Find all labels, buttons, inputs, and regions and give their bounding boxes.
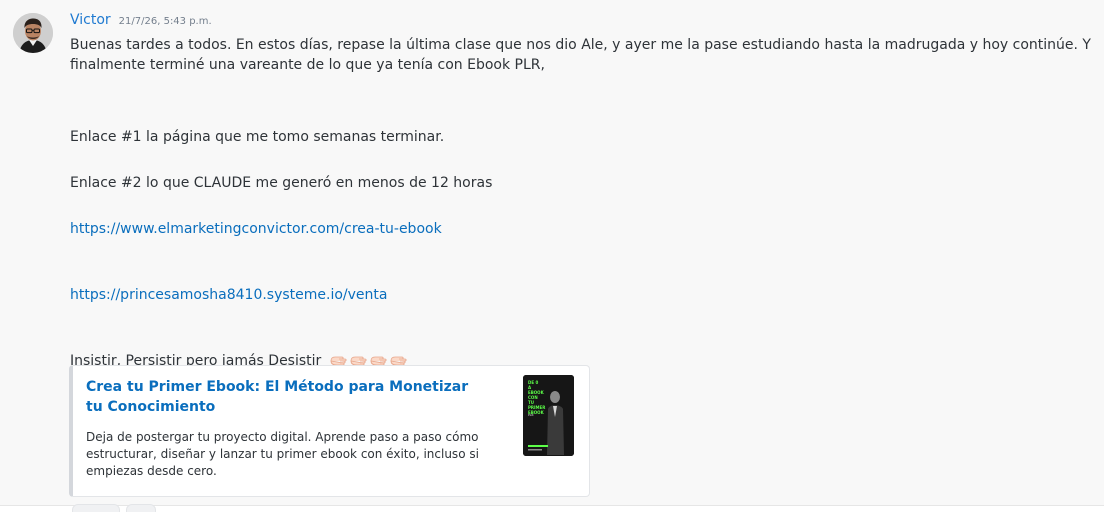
author-avatar[interactable] xyxy=(13,13,53,53)
embed-thumbnail[interactable]: DE 0 A EBOOK CON TU PRIMER EBOOK PLR xyxy=(523,375,574,456)
message-header: Victor 21/7/26, 5:43 p.m. xyxy=(70,12,212,32)
reaction-button[interactable] xyxy=(126,504,156,512)
embed-description: Deja de postergar tu proyecto digital. A… xyxy=(86,430,479,478)
thumbnail-line: DE 0 A xyxy=(528,380,539,390)
link2-description: Enlace #2 lo que CLAUDE me generó en men… xyxy=(70,175,493,191)
thumbnail-title: DE 0 A EBOOK CON TU PRIMER EBOOK xyxy=(528,380,545,415)
author-name[interactable]: Victor xyxy=(70,12,111,28)
thumbnail-line: CON TU xyxy=(528,395,538,405)
url-link-2[interactable]: https://princesamosha8410.systeme.io/ven… xyxy=(70,287,388,303)
message-timestamp[interactable]: 21/7/26, 5:43 p.m. xyxy=(119,16,212,27)
link1-description: Enlace #1 la página que me tomo semanas … xyxy=(70,129,445,145)
chat-message: Victor 21/7/26, 5:43 p.m. Buenas tardes … xyxy=(0,0,1104,512)
thumbnail-subtitle: PLR xyxy=(528,413,534,417)
reaction-button[interactable] xyxy=(72,504,120,512)
message-content: Buenas tardes a todos. En estos días, re… xyxy=(70,35,1091,371)
message-divider xyxy=(0,505,1104,512)
message-text-line-1: Buenas tardes a todos. En estos días, re… xyxy=(70,37,1091,53)
link-preview-embed: Crea tu Primer Ebook: El Método para Mon… xyxy=(69,365,590,497)
avatar-icon xyxy=(13,13,53,53)
embed-title[interactable]: Crea tu Primer Ebook: El Método para Mon… xyxy=(86,377,486,417)
message-text-line-2: finalmente terminé una vareante de lo qu… xyxy=(70,57,545,73)
url-link-1[interactable]: https://www.elmarketingconvictor.com/cre… xyxy=(70,221,442,237)
